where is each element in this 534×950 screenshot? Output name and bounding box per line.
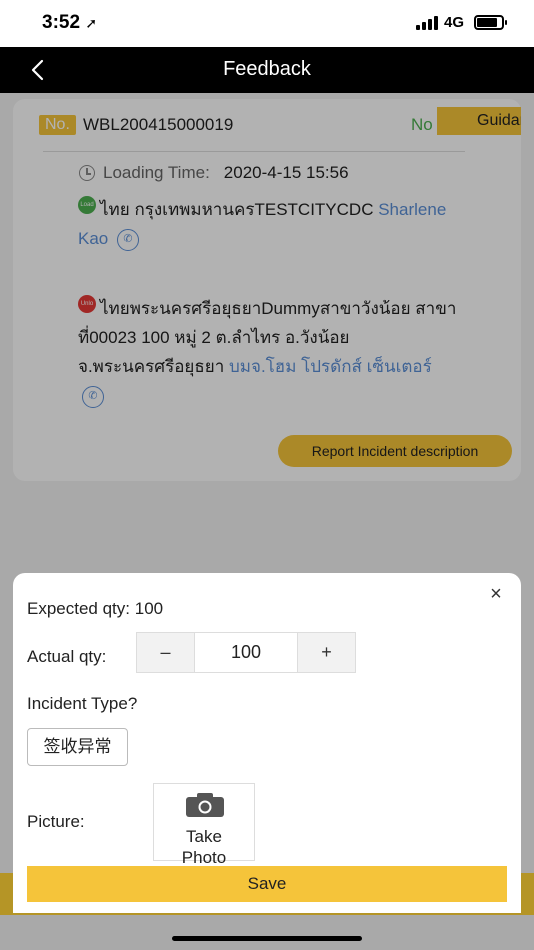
status-indicators: 4G: [415, 14, 507, 31]
page-title: Feedback: [223, 58, 311, 80]
incident-type-label: Incident Type?: [27, 694, 138, 713]
expected-qty-label: Expected qty:: [27, 599, 131, 618]
close-icon[interactable]: ×: [485, 583, 507, 605]
battery-icon: [474, 15, 507, 30]
status-bar: 3:52 ➚ 4G: [0, 0, 534, 47]
status-time: 3:52 ➚: [42, 12, 97, 34]
take-photo-text: Take Photo: [154, 826, 254, 868]
actual-qty-label: Actual qty:: [27, 647, 107, 666]
picture-label: Picture:: [27, 812, 85, 831]
network-type: 4G: [443, 14, 464, 31]
take-photo-line2: Photo: [181, 848, 227, 867]
camera-icon: [186, 793, 224, 817]
location-arrow-icon: ➚: [85, 15, 98, 31]
quantity-stepper: – 100 +: [136, 632, 356, 673]
home-indicator: [172, 936, 362, 941]
quantity-input[interactable]: 100: [194, 633, 298, 672]
expected-qty-value: 100: [134, 599, 164, 618]
decrement-button[interactable]: –: [137, 633, 194, 672]
increment-button[interactable]: +: [298, 633, 355, 672]
nav-bar: Feedback: [0, 47, 534, 93]
feedback-sheet: × Expected qty: 100 Actual qty: – 100 + …: [13, 573, 521, 913]
save-button[interactable]: Save: [27, 866, 507, 902]
signal-icon: [415, 15, 438, 30]
take-photo-line1: Take: [186, 827, 222, 846]
expected-qty: Expected qty: 100: [27, 599, 163, 619]
take-photo-button[interactable]: Take Photo: [153, 783, 255, 867]
incident-type-option[interactable]: 签收异常: [27, 728, 128, 766]
status-time-text: 3:52: [42, 12, 81, 33]
